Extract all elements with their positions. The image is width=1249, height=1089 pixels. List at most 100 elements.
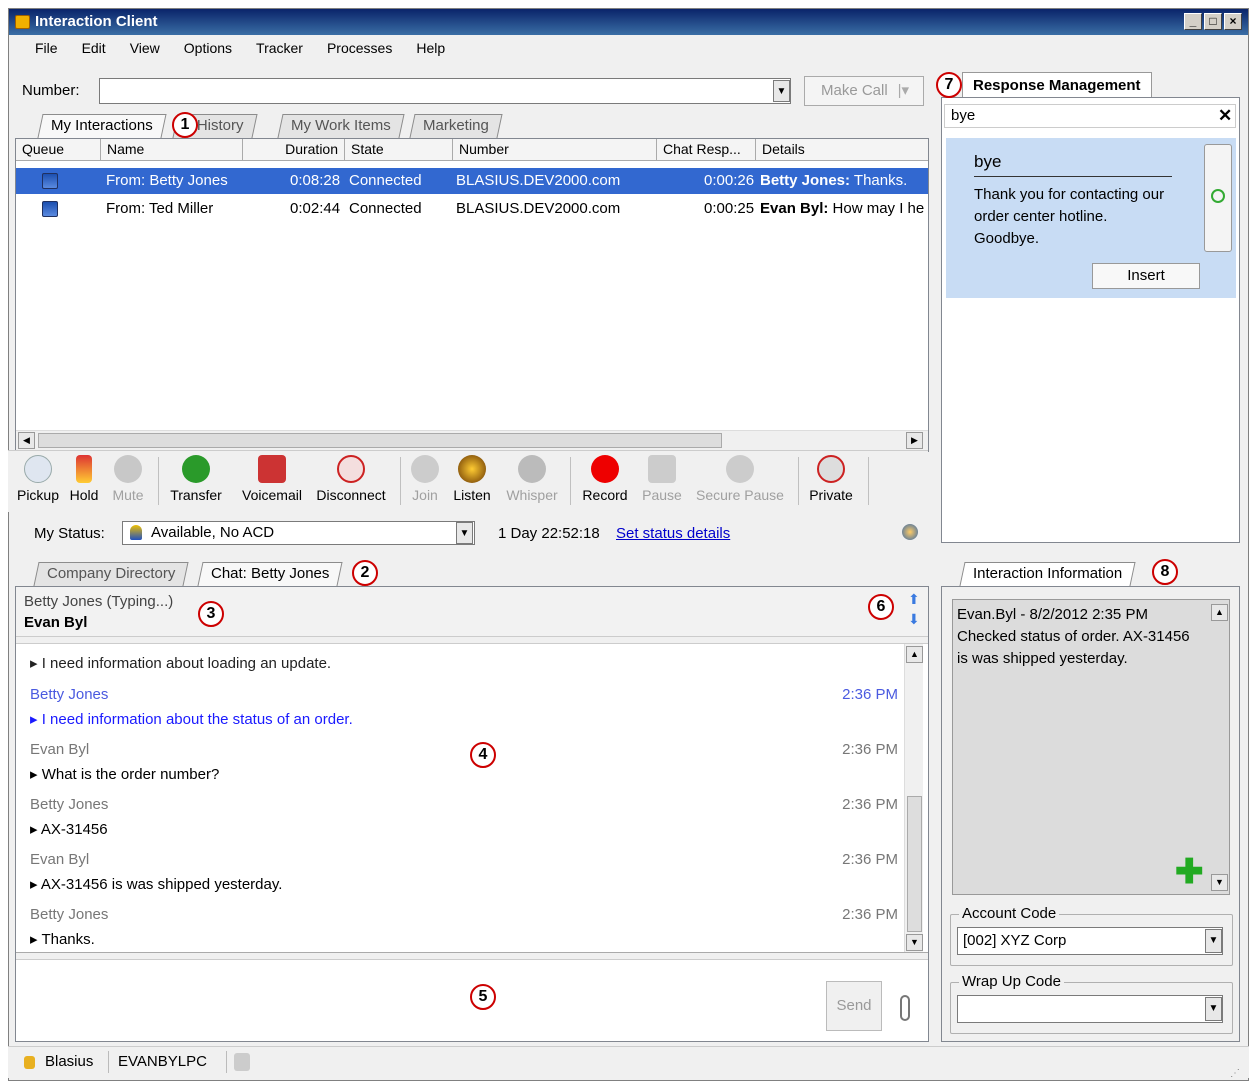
join-plus-icon	[411, 455, 439, 483]
listen-button[interactable]: Listen	[450, 455, 494, 503]
voicemail-icon	[258, 455, 286, 483]
number-input[interactable]	[99, 78, 791, 104]
clear-search-icon[interactable]: ✕	[1218, 106, 1232, 126]
close-button[interactable]: ×	[1224, 13, 1242, 30]
notes-scroll-down-button[interactable]: ▼	[1211, 874, 1228, 891]
pickup-button[interactable]: Pickup	[16, 455, 60, 503]
row-duration: 0:08:28	[290, 172, 341, 189]
scroll-up-button[interactable]: ▲	[906, 646, 923, 663]
disconnect-button[interactable]: Disconnect	[312, 455, 390, 503]
scroll-left-button[interactable]: ◀	[18, 432, 35, 449]
tab-label: Response Management	[973, 77, 1141, 94]
pause-button[interactable]: Pause	[640, 455, 684, 503]
number-dropdown-button[interactable]: ▼	[773, 80, 790, 102]
tab-my-interactions[interactable]: My Interactions	[37, 114, 167, 138]
attachment-icon[interactable]	[900, 995, 910, 1021]
mute-button[interactable]: Mute	[110, 455, 146, 503]
scroll-up-arrow-icon[interactable]: ⬆	[908, 591, 922, 609]
response-divider	[974, 176, 1172, 177]
message-text: ▸ I need information about loading an up…	[30, 655, 332, 672]
title-bar: Interaction Client _ □ ×	[9, 9, 1248, 35]
callout-5: 5	[470, 984, 496, 1010]
tab-marketing[interactable]: Marketing	[409, 114, 503, 138]
status-select[interactable]: Available, No ACD	[122, 521, 475, 545]
menu-tracker[interactable]: Tracker	[244, 37, 315, 59]
scroll-thumb[interactable]	[38, 433, 722, 448]
transfer-button[interactable]: Transfer	[166, 455, 226, 503]
tab-company-directory[interactable]: Company Directory	[33, 562, 189, 586]
make-call-button[interactable]: Make Call |▾	[804, 76, 924, 106]
typing-indicator: Betty Jones (Typing...)	[24, 593, 174, 610]
row-duration: 0:02:44	[290, 200, 341, 217]
scroll-down-button[interactable]: ▼	[906, 934, 923, 951]
response-title: bye	[974, 152, 1002, 171]
col-name[interactable]: Name	[101, 139, 243, 161]
send-button[interactable]: Send	[826, 981, 882, 1031]
account-code-dropdown-button[interactable]: ▼	[1205, 929, 1222, 953]
insert-button[interactable]: Insert	[1092, 263, 1200, 289]
pickup-icon	[24, 455, 52, 483]
row-chat-resp: 0:00:26	[704, 172, 755, 189]
col-state[interactable]: State	[345, 139, 453, 161]
info-panel: Evan.Byl - 8/2/2012 2:35 PM Checked stat…	[941, 586, 1240, 1042]
notes-area[interactable]: Evan.Byl - 8/2/2012 2:35 PM Checked stat…	[952, 599, 1230, 895]
transfer-label: Transfer	[170, 487, 222, 503]
tab-response-management[interactable]: Response Management	[962, 72, 1152, 98]
menu-edit[interactable]: Edit	[70, 37, 118, 59]
row-chat-resp: 0:00:25	[704, 200, 755, 217]
response-search-input[interactable]: bye	[944, 104, 1236, 128]
private-button[interactable]: Private	[806, 455, 856, 503]
chat-scrollbar[interactable]: ▲ ▼	[904, 644, 923, 952]
make-call-dropdown-icon: |▾	[897, 82, 909, 99]
tab-chat-betty-jones[interactable]: Chat: Betty Jones	[197, 562, 343, 586]
menu-processes[interactable]: Processes	[315, 37, 404, 59]
status-dropdown-button[interactable]: ▼	[456, 522, 473, 544]
message-body: Thanks.	[41, 931, 95, 948]
menu-file[interactable]: File	[23, 37, 70, 59]
minimize-button[interactable]: _	[1184, 13, 1202, 30]
hold-button[interactable]: Hold	[66, 455, 102, 503]
phone-icon	[15, 15, 30, 29]
computer-icon	[42, 201, 58, 217]
menu-help[interactable]: Help	[404, 37, 457, 59]
whisper-button[interactable]: Whisper	[502, 455, 562, 503]
set-status-details-link[interactable]: Set status details	[616, 525, 730, 542]
menu-options[interactable]: Options	[172, 37, 244, 59]
message-body: I need information about loading an upda…	[41, 655, 332, 672]
secure-pause-button[interactable]: Secure Pause	[692, 455, 788, 503]
col-queue[interactable]: Queue	[16, 139, 101, 161]
message-body: AX-31456 is was shipped yesterday.	[40, 876, 283, 893]
wrap-up-code-select[interactable]	[957, 995, 1223, 1023]
wrap-up-code-dropdown-button[interactable]: ▼	[1205, 997, 1222, 1021]
record-button[interactable]: Record	[578, 455, 632, 503]
voicemail-button[interactable]: Voicemail	[238, 455, 306, 503]
resize-grip-icon[interactable]: ⋰	[1230, 1059, 1242, 1079]
col-number[interactable]: Number	[453, 139, 657, 161]
tab-interaction-information[interactable]: Interaction Information	[959, 562, 1136, 586]
response-card[interactable]: bye Thank you for contacting our order c…	[946, 138, 1236, 298]
account-code-group: Account Code [002] XYZ Corp ▼	[950, 905, 1233, 966]
maximize-button[interactable]: □	[1204, 13, 1222, 30]
menu-view[interactable]: View	[118, 37, 172, 59]
tab-my-work-items[interactable]: My Work Items	[277, 114, 405, 138]
row-details-sender: Betty Jones:	[760, 172, 851, 189]
account-code-select[interactable]: [002] XYZ Corp	[957, 927, 1223, 955]
col-duration[interactable]: Duration	[243, 139, 345, 161]
col-details[interactable]: Details	[756, 139, 928, 161]
table-row[interactable]: From: Betty Jones 0:08:28 Connected BLAS…	[16, 168, 928, 194]
response-preview-button[interactable]	[1204, 144, 1232, 252]
horizontal-scrollbar[interactable]: ◀ ▶	[16, 430, 928, 450]
scroll-down-arrow-icon[interactable]: ⬇	[908, 611, 922, 629]
join-label: Join	[412, 487, 438, 503]
add-note-icon[interactable]: ✚	[1175, 855, 1205, 889]
status-divider	[226, 1051, 227, 1073]
notes-scroll-up-button[interactable]: ▲	[1211, 604, 1228, 621]
scroll-thumb[interactable]	[907, 796, 922, 932]
message-text: ▸ AX-31456	[30, 821, 108, 838]
scroll-right-button[interactable]: ▶	[906, 432, 923, 449]
whisper-icon	[518, 455, 546, 483]
join-button[interactable]: Join	[408, 455, 442, 503]
message-body: AX-31456	[40, 821, 108, 838]
col-chat-resp[interactable]: Chat Resp...	[657, 139, 756, 161]
table-row[interactable]: From: Ted Miller 0:02:44 Connected BLASI…	[16, 196, 928, 222]
